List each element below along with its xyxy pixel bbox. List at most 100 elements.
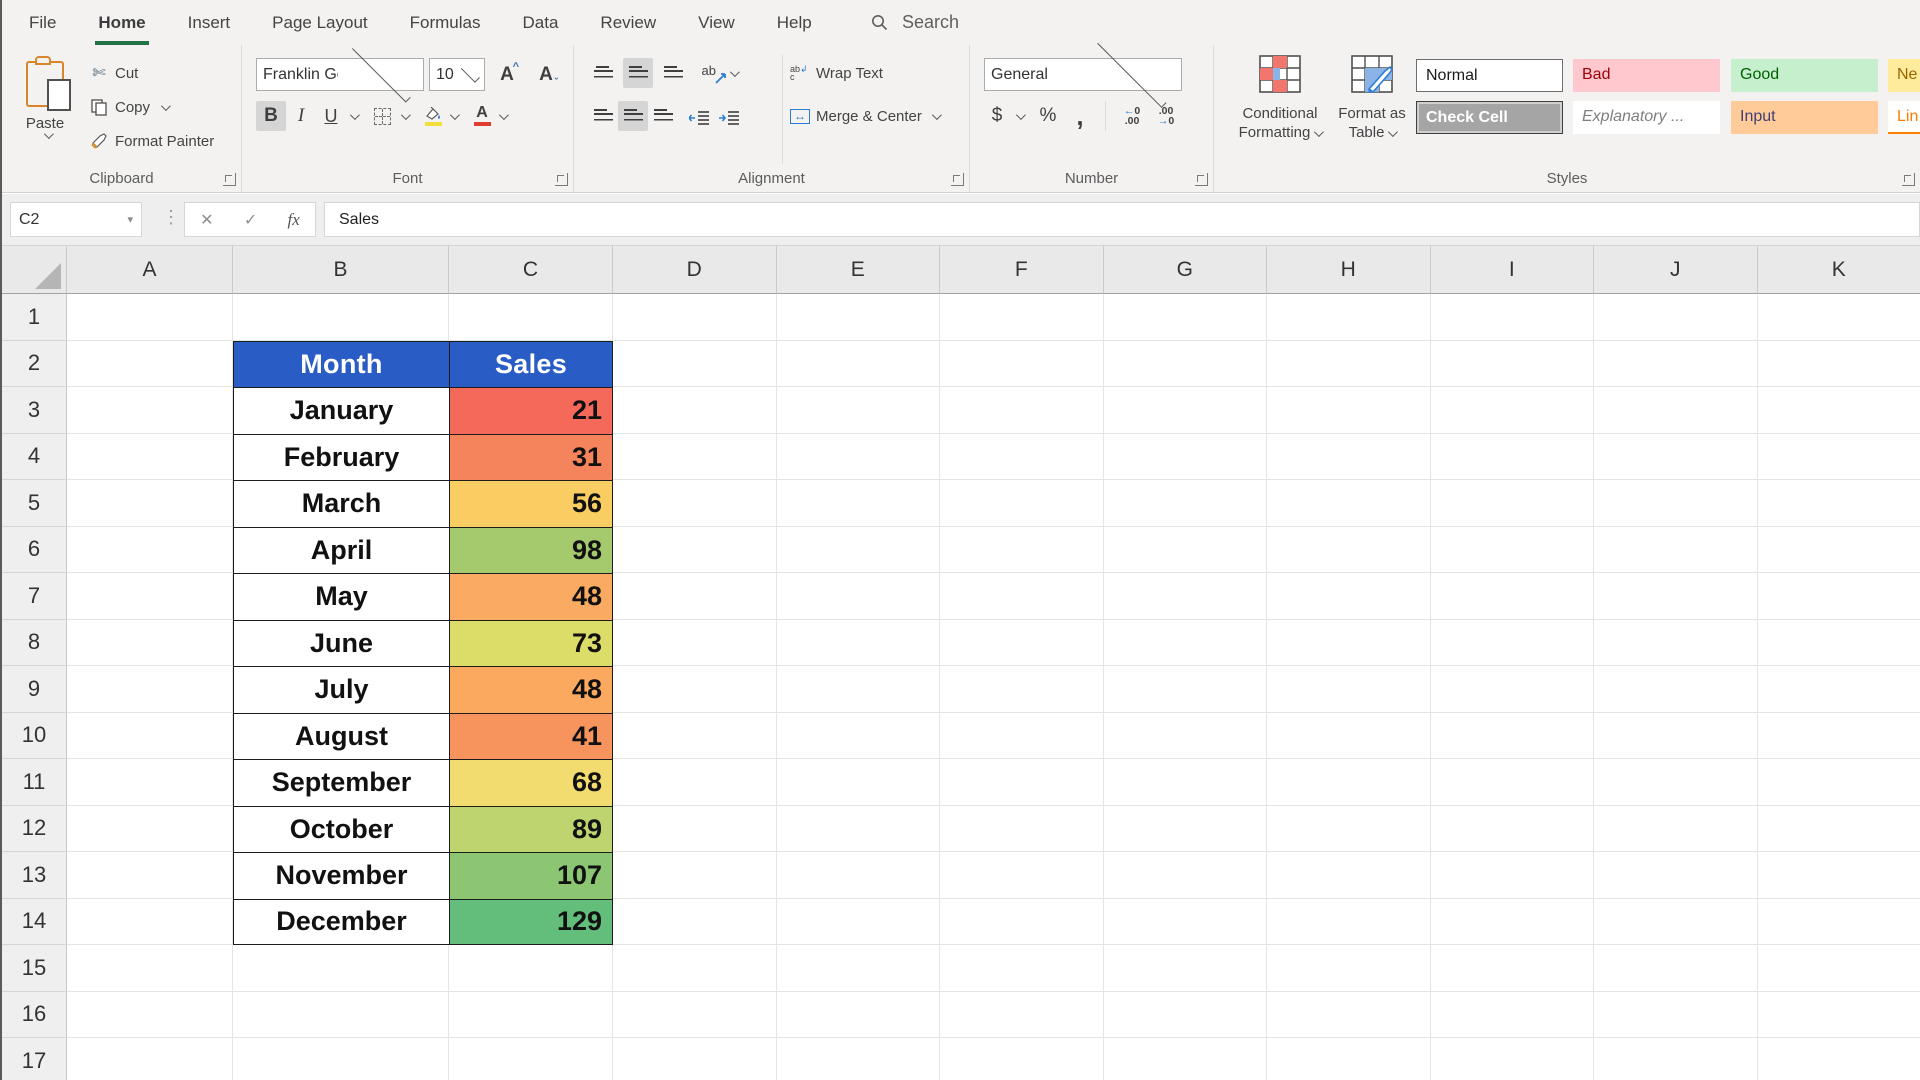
cell-J12[interactable] (1594, 805, 1758, 852)
cell-K4[interactable] (1757, 433, 1920, 480)
fill-color-button[interactable] (420, 101, 446, 131)
cell-I9[interactable] (1430, 666, 1594, 713)
cell-D9[interactable] (613, 666, 777, 713)
percent-style-button[interactable]: % (1033, 101, 1063, 131)
cell-G4[interactable] (1103, 433, 1267, 480)
cell-H4[interactable] (1267, 433, 1431, 480)
cell-E13[interactable] (776, 852, 940, 899)
cell-style-neutral[interactable]: Ne (1888, 59, 1920, 92)
cell-F7[interactable] (940, 573, 1104, 620)
cell-B6[interactable]: April (233, 526, 449, 573)
cell-E11[interactable] (776, 759, 940, 806)
font-size-select[interactable]: 10 (429, 58, 485, 91)
cell-C5[interactable]: 56 (449, 480, 613, 527)
cell-G1[interactable] (1103, 294, 1267, 341)
cell-J17[interactable] (1594, 1038, 1758, 1080)
conditional-formatting-button[interactable]: Conditional Formatting (1236, 55, 1325, 183)
cell-D4[interactable] (613, 433, 777, 480)
cell-D17[interactable] (613, 1038, 777, 1080)
cell-K3[interactable] (1757, 387, 1920, 434)
cell-J5[interactable] (1594, 480, 1758, 527)
cell-A15[interactable] (67, 945, 233, 992)
cell-J8[interactable] (1594, 619, 1758, 666)
tab-formulas[interactable]: Formulas (389, 0, 502, 45)
cell-H12[interactable] (1267, 805, 1431, 852)
row-header-14[interactable]: 14 (2, 898, 67, 945)
cell-C3[interactable]: 21 (449, 387, 613, 434)
cell-C1[interactable] (449, 294, 613, 341)
cell-I15[interactable] (1430, 945, 1594, 992)
cell-D14[interactable] (613, 898, 777, 945)
cell-B9[interactable]: July (233, 666, 449, 713)
cell-K11[interactable] (1757, 759, 1920, 806)
tab-file[interactable]: File (8, 0, 77, 45)
copy-button[interactable]: Copy (84, 93, 220, 121)
row-header-10[interactable]: 10 (2, 712, 67, 759)
cell-F15[interactable] (940, 945, 1104, 992)
underline-button[interactable]: U (316, 101, 346, 131)
row-header-3[interactable]: 3 (2, 387, 67, 434)
decrease-decimal-button[interactable]: .00 →0 (1150, 101, 1182, 131)
cell-I5[interactable] (1430, 480, 1594, 527)
cell-H9[interactable] (1267, 666, 1431, 713)
cell-J3[interactable] (1594, 387, 1758, 434)
cell-F3[interactable] (940, 387, 1104, 434)
cell-F4[interactable] (940, 433, 1104, 480)
cell-F11[interactable] (940, 759, 1104, 806)
cell-H13[interactable] (1267, 852, 1431, 899)
row-header-8[interactable]: 8 (2, 619, 67, 666)
cell-G3[interactable] (1103, 387, 1267, 434)
cell-G13[interactable] (1103, 852, 1267, 899)
cell-style-input[interactable]: Input (1731, 101, 1878, 134)
increase-font-size-button[interactable]: A ^ (490, 60, 524, 90)
cell-H16[interactable] (1267, 991, 1431, 1038)
cell-C17[interactable] (449, 1038, 613, 1080)
cell-C10[interactable]: 41 (449, 712, 613, 759)
cell-D13[interactable] (613, 852, 777, 899)
cell-C9[interactable]: 48 (449, 666, 613, 713)
cell-B10[interactable]: August (233, 712, 449, 759)
cell-F12[interactable] (940, 805, 1104, 852)
cell-F5[interactable] (940, 480, 1104, 527)
font-color-chevron-icon[interactable] (498, 109, 509, 120)
cell-C4[interactable]: 31 (449, 433, 613, 480)
cell-G7[interactable] (1103, 573, 1267, 620)
cell-B17[interactable] (233, 1038, 449, 1080)
cell-H11[interactable] (1267, 759, 1431, 806)
styles-dialog-launcher-icon[interactable] (1902, 173, 1915, 186)
cell-F10[interactable] (940, 712, 1104, 759)
column-header-F[interactable]: F (940, 246, 1104, 294)
cell-H2[interactable] (1267, 340, 1431, 387)
cell-F9[interactable] (940, 666, 1104, 713)
tab-help[interactable]: Help (756, 0, 833, 45)
cell-B4[interactable]: February (233, 433, 449, 480)
column-header-H[interactable]: H (1267, 246, 1431, 294)
cell-B7[interactable]: May (233, 573, 449, 620)
cell-C16[interactable] (449, 991, 613, 1038)
cell-style-good[interactable]: Good (1731, 59, 1878, 92)
cell-D15[interactable] (613, 945, 777, 992)
cell-I13[interactable] (1430, 852, 1594, 899)
align-right-button[interactable] (648, 101, 678, 131)
cell-H5[interactable] (1267, 480, 1431, 527)
orientation-button[interactable]: ab (699, 58, 740, 88)
cell-J7[interactable] (1594, 573, 1758, 620)
font-dialog-launcher-icon[interactable] (555, 173, 568, 186)
cell-D16[interactable] (613, 991, 777, 1038)
row-header-16[interactable]: 16 (2, 991, 67, 1038)
cell-H15[interactable] (1267, 945, 1431, 992)
cell-K1[interactable] (1757, 294, 1920, 341)
cell-E14[interactable] (776, 898, 940, 945)
cell-K15[interactable] (1757, 945, 1920, 992)
cell-E4[interactable] (776, 433, 940, 480)
column-header-A[interactable]: A (67, 246, 233, 294)
cell-K9[interactable] (1757, 666, 1920, 713)
decrease-font-size-button[interactable]: Aˇ (529, 60, 563, 90)
cell-style-bad[interactable]: Bad (1573, 59, 1720, 92)
cell-E15[interactable] (776, 945, 940, 992)
top-align-button[interactable] (588, 58, 618, 88)
search-box[interactable]: Search (870, 0, 959, 45)
tab-view[interactable]: View (677, 0, 756, 45)
cell-I14[interactable] (1430, 898, 1594, 945)
borders-chevron-icon[interactable] (400, 109, 411, 120)
